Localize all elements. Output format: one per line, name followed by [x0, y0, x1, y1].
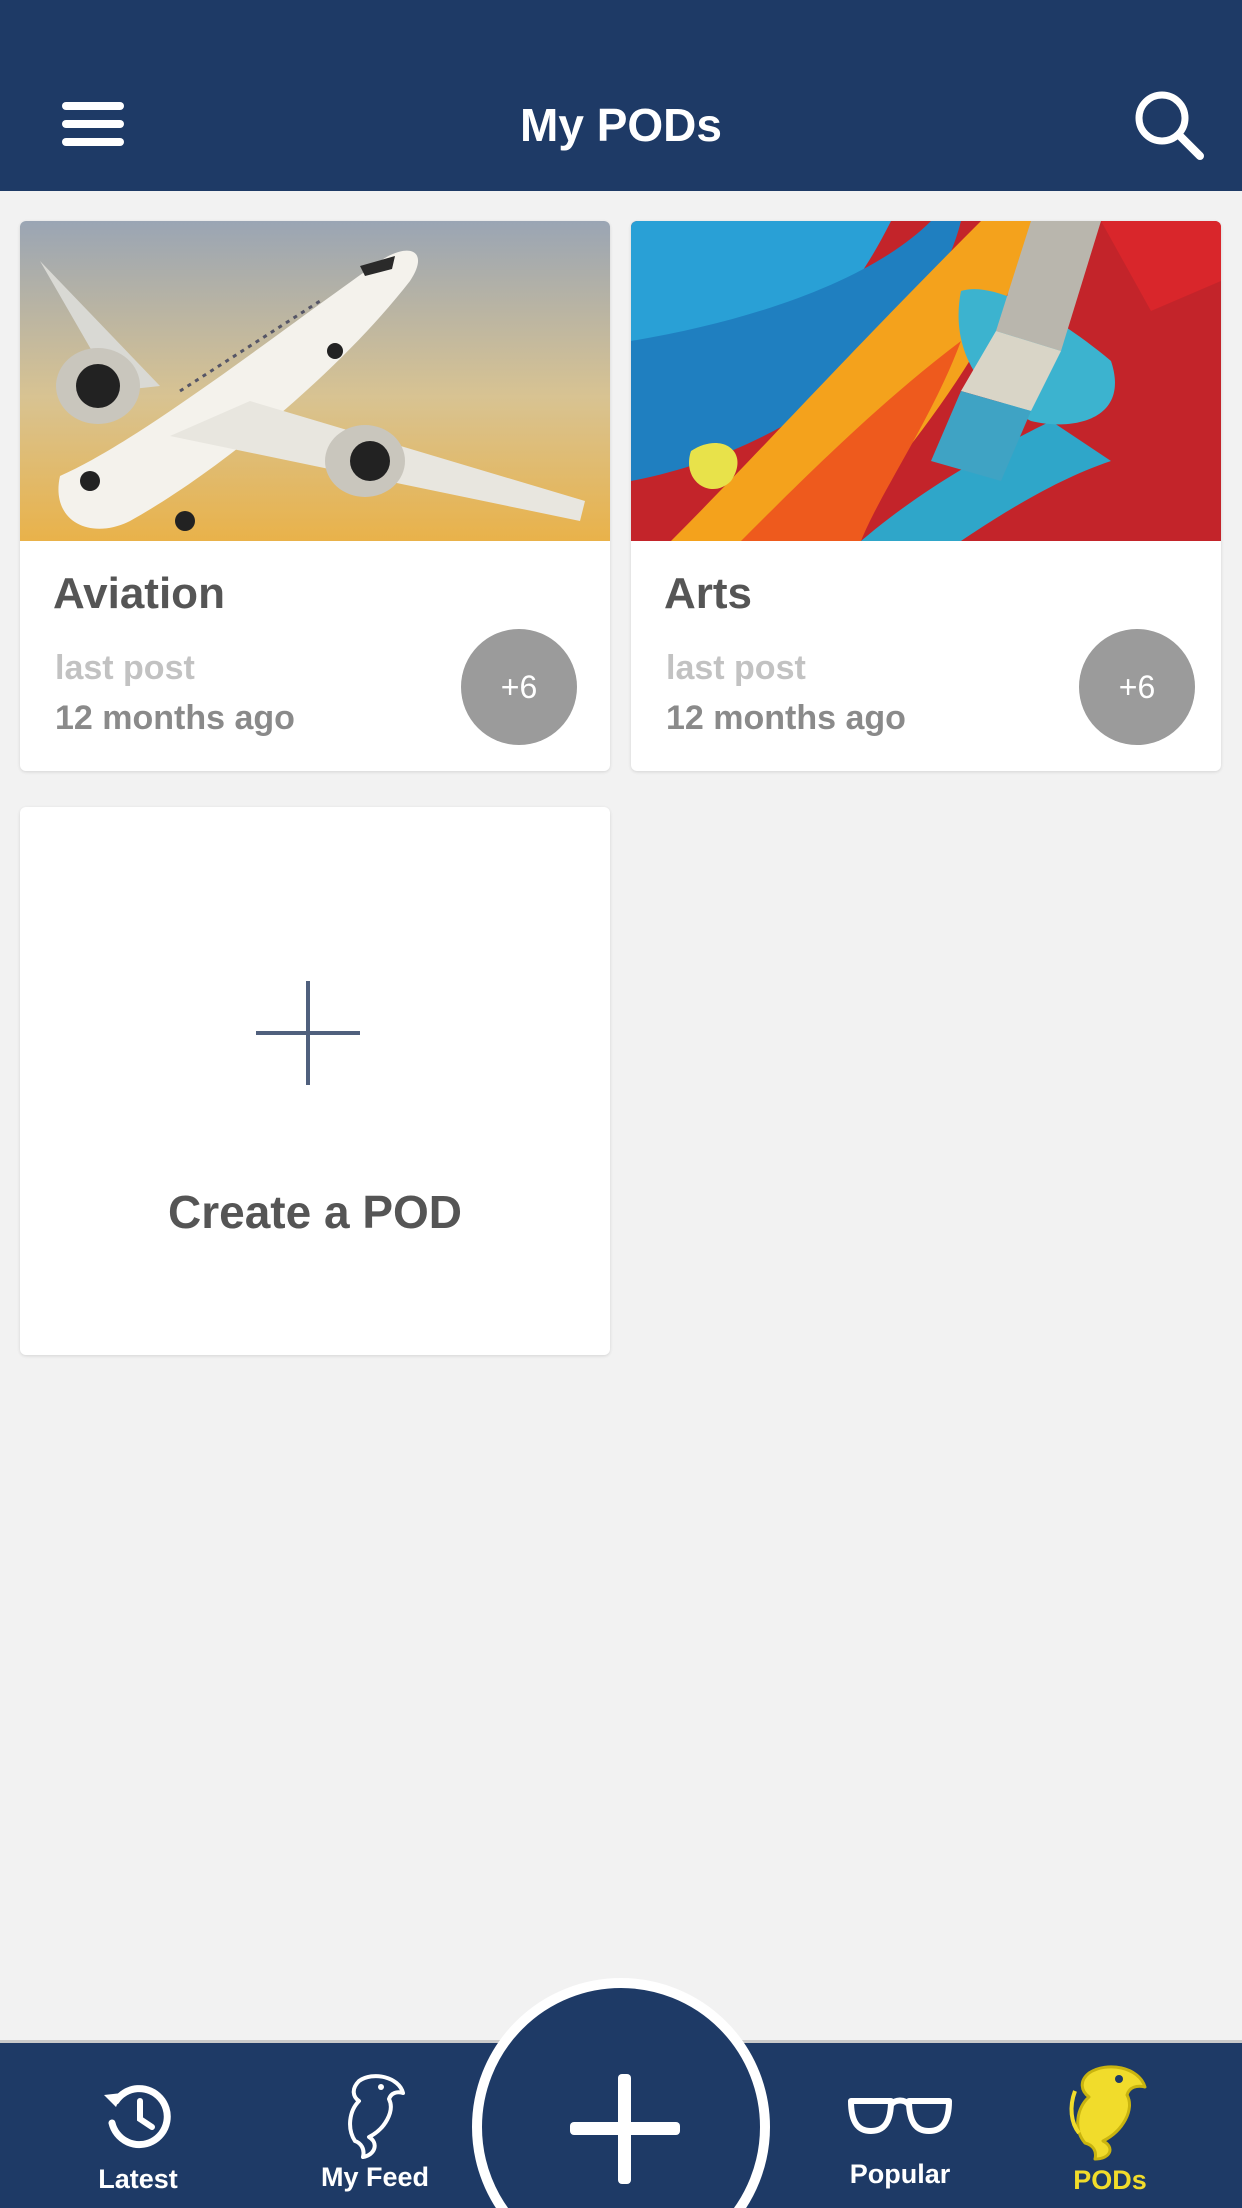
- nav-item-my-feed[interactable]: My Feed: [300, 2043, 450, 2208]
- dolphin-icon: [1069, 2065, 1147, 2161]
- nav-item-latest[interactable]: Latest: [68, 2043, 208, 2208]
- glasses-icon: [848, 2097, 952, 2134]
- create-pod-label: Create a POD: [167, 1186, 462, 1238]
- nav-label-latest: Latest: [98, 2164, 178, 2194]
- last-post-label: last post: [666, 649, 806, 687]
- create-post-fab[interactable]: [472, 1978, 770, 2208]
- nav-label-pods: PODs: [1073, 2165, 1147, 2195]
- history-clock-icon: [104, 2085, 171, 2149]
- plus-icon: [256, 981, 360, 1085]
- last-post-time: 12 months ago: [666, 699, 906, 737]
- member-count-badge[interactable]: +6: [461, 629, 577, 745]
- pod-title: Arts: [664, 569, 753, 618]
- nav-item-popular[interactable]: Popular: [820, 2043, 980, 2208]
- nav-label-my-feed: My Feed: [320, 2162, 430, 2192]
- last-post-time: 12 months ago: [55, 699, 295, 737]
- search-button[interactable]: [1130, 86, 1210, 166]
- pod-title: Aviation: [53, 569, 225, 618]
- nav-label-popular: Popular: [849, 2159, 951, 2189]
- member-count-badge[interactable]: +6: [1079, 629, 1195, 745]
- nav-item-pods[interactable]: PODs: [1040, 2043, 1180, 2208]
- create-pod-card[interactable]: Create a POD: [20, 807, 610, 1355]
- dolphin-icon: [348, 2074, 405, 2159]
- pod-image-airplane: [20, 221, 610, 541]
- app-header: My PODs: [0, 0, 1242, 191]
- last-post-label: last post: [55, 649, 195, 687]
- pod-card-arts[interactable]: Arts last post 12 months ago +6: [631, 221, 1221, 771]
- pod-image-paint: [631, 221, 1221, 541]
- search-icon: [1135, 91, 1204, 160]
- pod-card-aviation[interactable]: Aviation last post 12 months ago +6: [20, 221, 610, 771]
- page-title: My PODs: [520, 99, 722, 151]
